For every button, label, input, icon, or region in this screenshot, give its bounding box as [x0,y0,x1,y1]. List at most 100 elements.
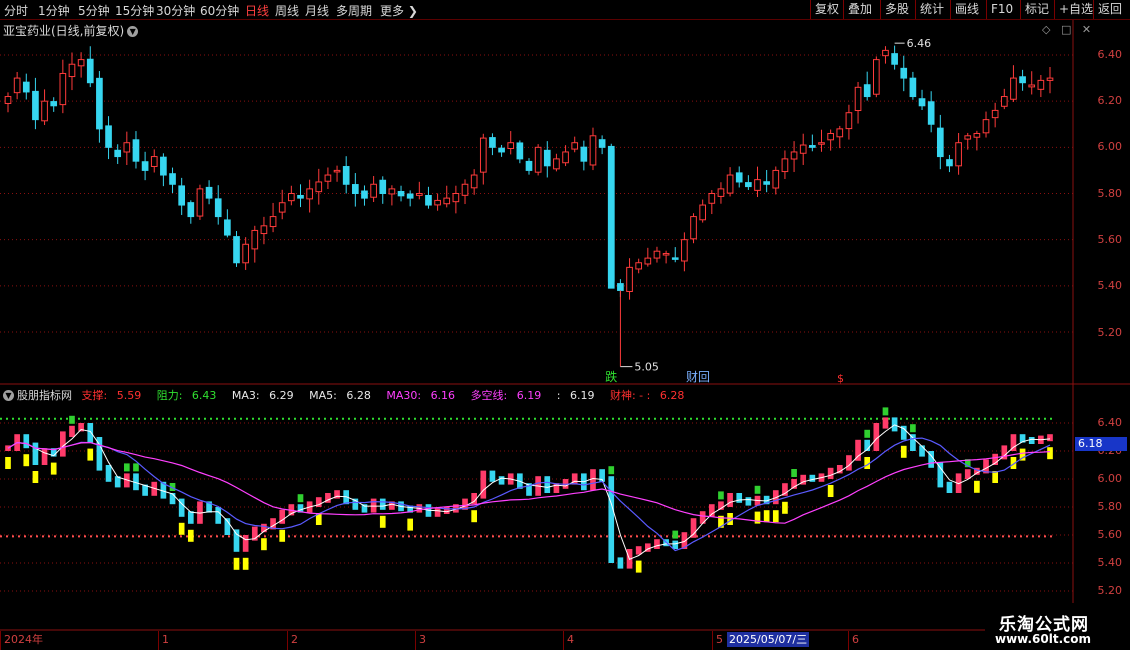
period-tab-15min[interactable]: 15分钟 [115,2,154,19]
candle-body [169,173,176,185]
tool-fuquan-button[interactable]: 复权 [810,0,843,19]
candle-body [973,132,981,138]
candle-body [745,182,752,188]
indicator-bar [590,469,596,491]
indicator-bar [782,483,788,496]
candle-body [809,145,816,148]
indicator-signal-bar [772,510,779,523]
candle-body [516,142,524,160]
period-tab-monthly[interactable]: 月线 [305,2,329,19]
candle-body [571,142,579,150]
candle-body [288,193,295,202]
indicator-bar [644,543,651,552]
candle-body [297,194,304,199]
period-tab-60min[interactable]: 60分钟 [200,2,239,19]
period-tab-multi[interactable]: 多周期 [336,2,372,19]
candle-body [379,179,387,194]
indicator-signal-bar [1010,457,1017,469]
period-tab-fenshi[interactable]: 分时 [4,2,28,19]
indicator-bar [955,473,962,493]
period-tab-more[interactable]: 更多 ❯ [380,2,418,19]
candle-body [827,132,834,141]
chevron-down-icon[interactable]: ▼ [127,26,139,37]
indicator-bar [1038,435,1044,444]
candle-body [982,119,990,134]
candle-body [781,158,789,173]
candle-body [635,262,643,270]
candle-body [525,160,533,171]
candle-body [489,137,496,148]
indicator-bar [379,498,386,510]
candle-body [836,128,844,138]
date-label: 1 [158,631,169,650]
tool-multistock-button[interactable]: 多股 [880,0,913,19]
tool-draw-button[interactable]: 画线 [950,0,983,19]
indicator-bar [425,504,432,517]
period-tab-weekly[interactable]: 周线 [275,2,299,19]
indicator-signal-bar [827,485,834,497]
period-toolbar: 分时 1分钟 5分钟 15分钟 30分钟 60分钟 日线 周线 月线 多周期 更… [0,0,1130,20]
candle-body [251,229,259,250]
indicator-bar [297,504,304,513]
candle-body [178,185,186,206]
tool-overlay-button[interactable]: 叠加 [843,0,876,19]
indicator-bar [96,437,103,471]
indicator-signal-bar [974,480,980,493]
indicator-signal-bar [727,513,733,525]
period-tab-30min[interactable]: 30分钟 [156,2,195,19]
indicator-bar [718,501,724,510]
indicator-bar [480,470,487,499]
period-tab-daily[interactable]: 日线 [245,2,269,19]
tool-add-favorite-button[interactable]: +自选 [1054,0,1097,19]
ind-axis-tick: 6.00 [1097,472,1123,485]
indicator-green-block [791,469,797,477]
candlestick-chart[interactable]: 6.46 5.05 跌 财回 $ [0,0,1130,650]
main-gridlines [0,54,1073,333]
close-icon[interactable]: ✕ [1082,23,1091,36]
indicator-bar [242,535,249,552]
indicator-green-block [882,407,889,416]
candle-body [278,202,286,213]
tool-stats-button[interactable]: 统计 [915,0,948,19]
candle-body [653,250,661,259]
indicator-extra: : 6.19 [556,389,595,402]
candle-body [708,193,716,204]
chevron-down-icon[interactable]: ▼ [3,390,14,401]
tool-back-button[interactable]: 返回 [1093,0,1126,19]
candle-body [1010,77,1017,100]
tool-f10-button[interactable]: F10 [986,0,1017,19]
indicator-green-block [169,483,176,491]
indicator-bar [270,518,276,530]
tool-mark-button[interactable]: 标记 [1020,0,1053,19]
indicator-bar [489,470,496,482]
main-axis-tick: 5.80 [1097,187,1123,200]
indicator-bar [763,495,770,505]
indicator-bar [87,423,94,443]
indicator-bar [855,439,861,461]
candle-body [818,142,825,145]
indicator-bar [654,539,660,549]
indicator-bar [635,546,642,555]
indicator-bar [526,483,532,496]
date-label: 3 [415,631,426,650]
candle-body [735,172,743,183]
indicator-bar [123,473,130,488]
candle-body [4,96,12,104]
candle-body [991,109,999,119]
indicator-bar [1010,434,1017,451]
candle-body [434,199,441,206]
diamond-icon[interactable]: ◇ [1042,23,1050,36]
candle-body [114,149,122,158]
indicator-signal-bar [5,457,11,469]
indicator-bar [1047,434,1053,442]
indicator-green-block [608,466,615,475]
candle-body [699,204,707,221]
period-tab-5min[interactable]: 5分钟 [78,2,110,19]
indicator-name[interactable]: 股朋指标网 [17,389,72,402]
date-label: 2024年 [0,631,43,650]
indicator-bar [178,498,185,517]
indicator-bar [836,465,843,474]
indicator-signal-bar [407,518,414,531]
period-tab-1min[interactable]: 1分钟 [38,2,70,19]
maximize-icon[interactable]: □ [1061,23,1071,36]
